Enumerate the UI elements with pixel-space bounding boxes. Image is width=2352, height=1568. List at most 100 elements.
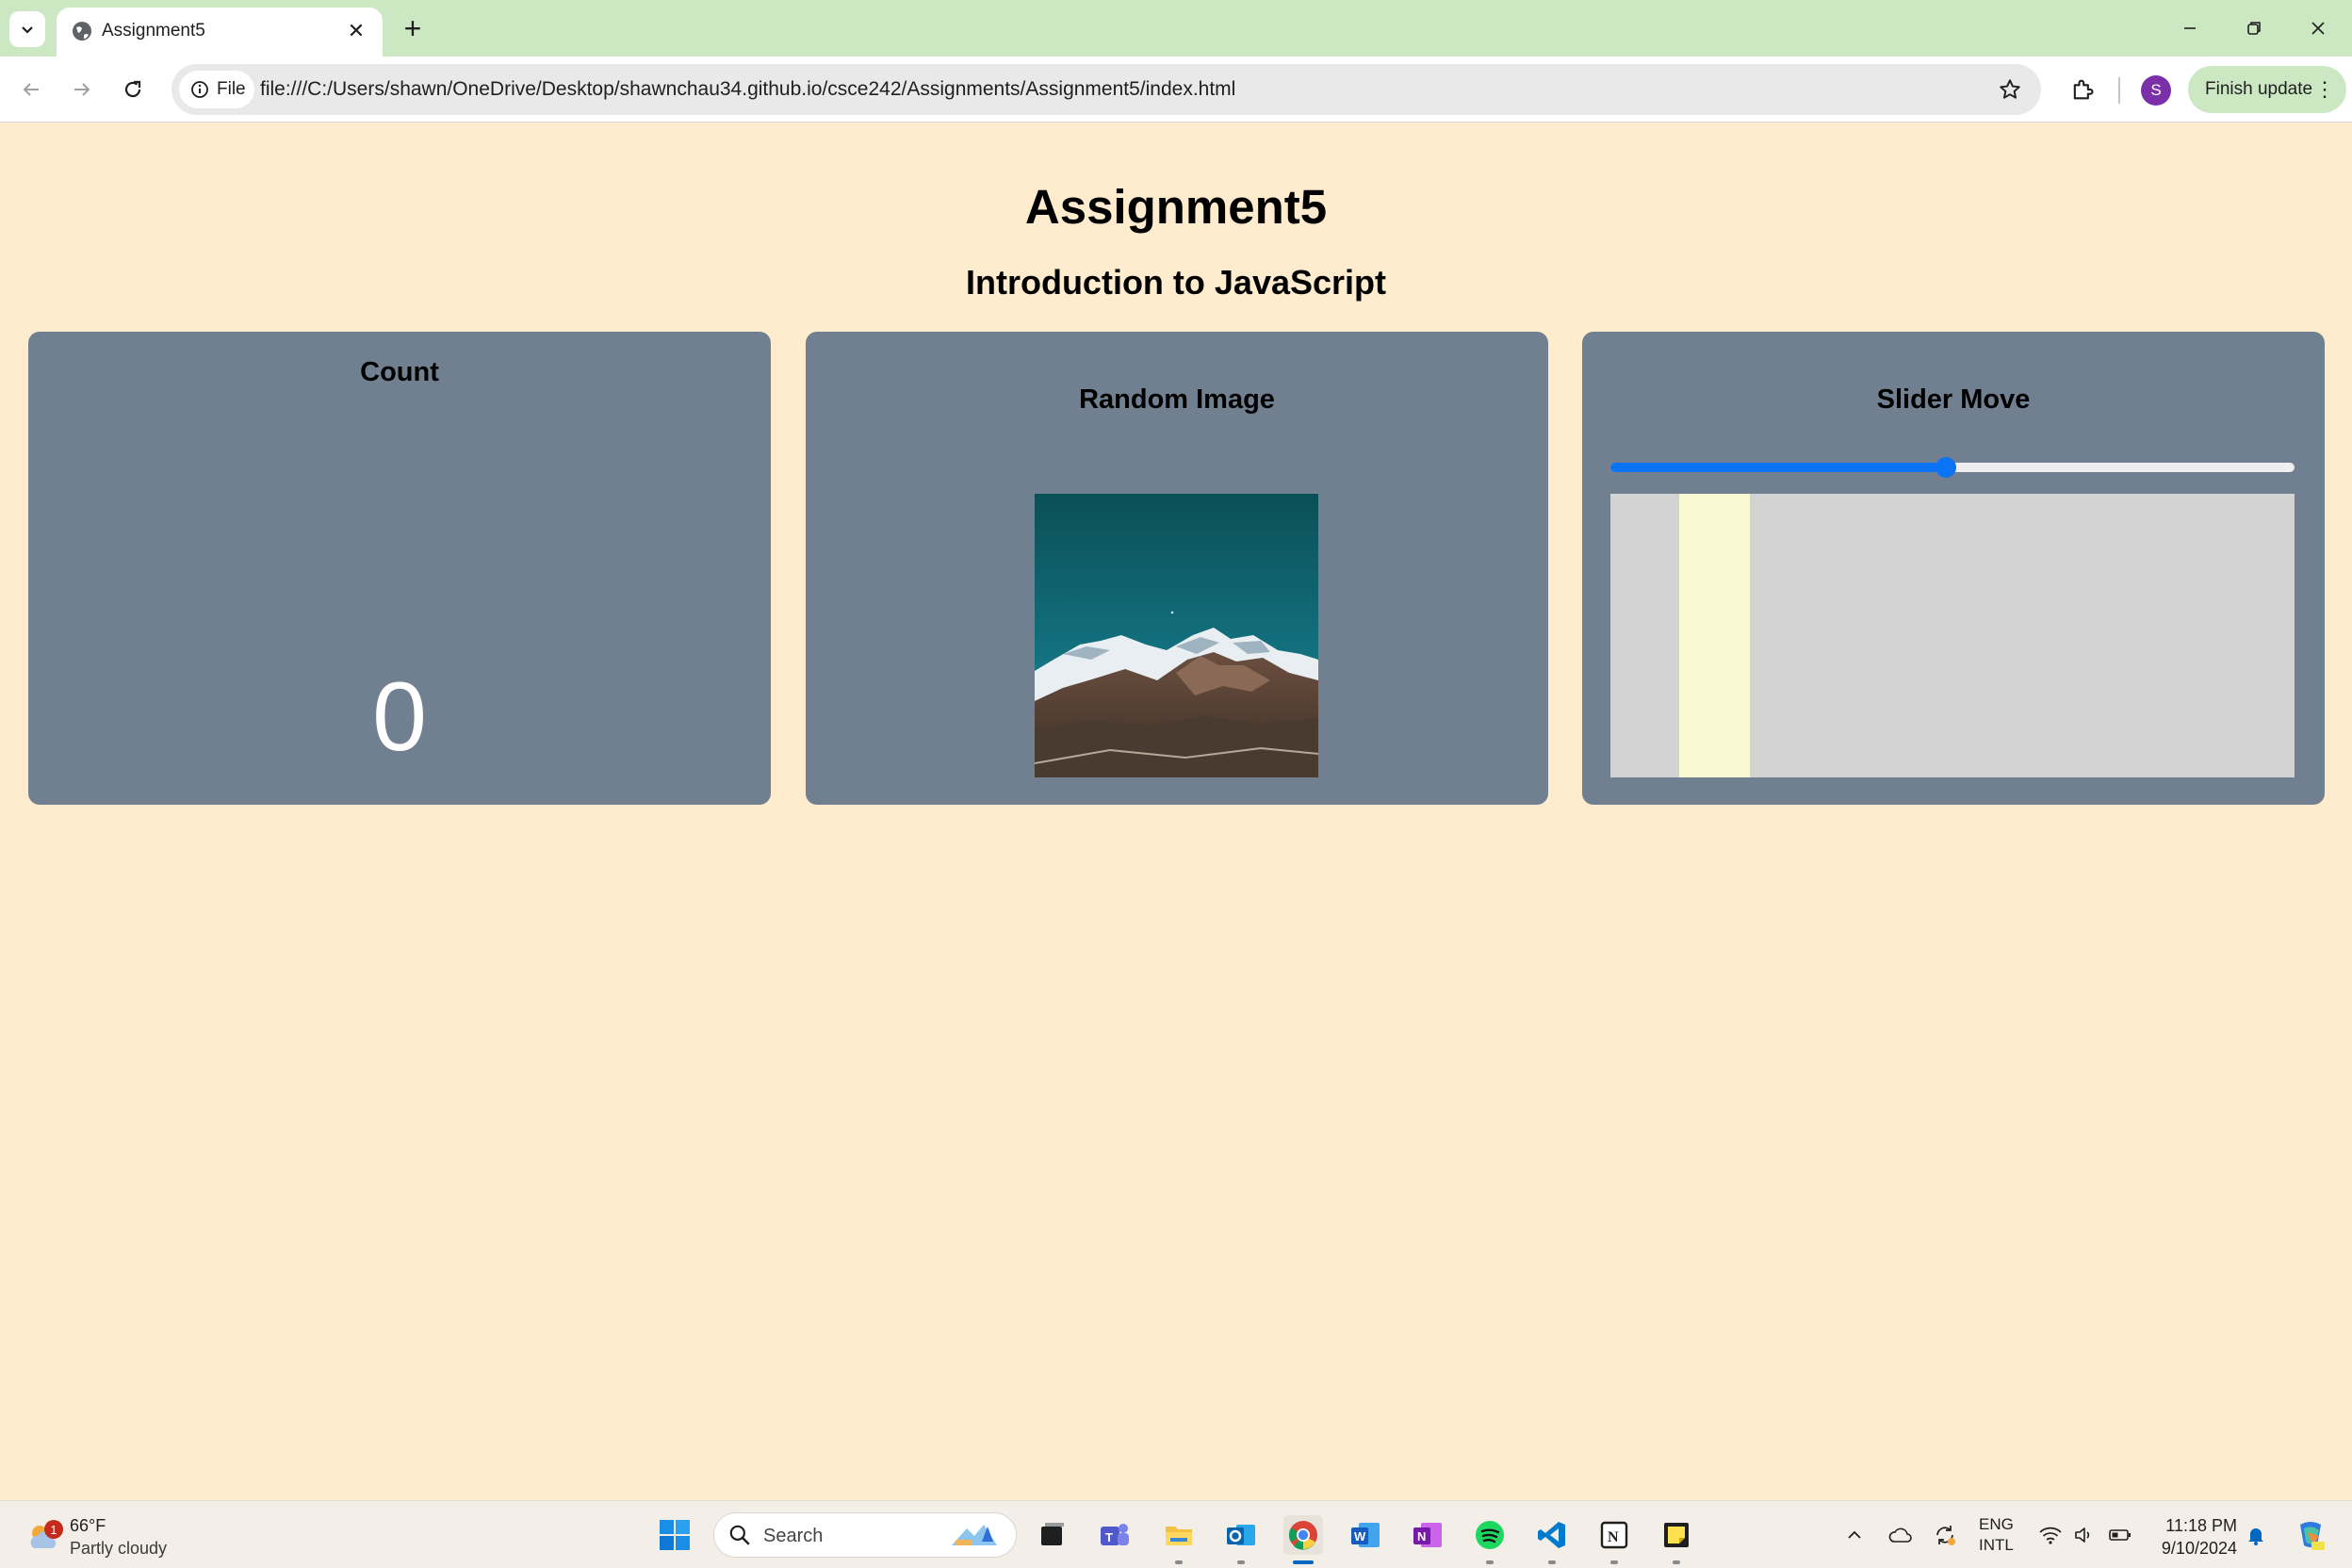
outlook-icon [1227, 1525, 1255, 1545]
battery-icon [2109, 1529, 2131, 1541]
copilot-icon [2300, 1522, 2325, 1550]
onenote-icon: N [1413, 1523, 1442, 1547]
tab-assignment5[interactable]: Assignment5 ✕ [57, 8, 383, 57]
slider-stage [1610, 494, 2295, 777]
mountain-landscape-image [1035, 494, 1318, 777]
wifi-icon [2039, 1527, 2062, 1544]
chevron-down-icon [22, 26, 33, 34]
forward-button[interactable] [62, 70, 102, 109]
battery-tray-button[interactable] [2107, 1522, 2133, 1548]
finish-update-label: Finish update [2205, 79, 2313, 99]
notifications-button[interactable] [2243, 1522, 2269, 1548]
new-tab-button[interactable]: + [396, 11, 430, 45]
running-indicator [1293, 1560, 1314, 1564]
profile-avatar[interactable]: S [2141, 75, 2171, 106]
close-tab-icon[interactable]: ✕ [343, 18, 369, 44]
back-button[interactable] [11, 70, 51, 109]
minimize-icon [2184, 27, 2196, 29]
browser-toolbar: File file:///C:/Users/shawn/OneDrive/Des… [0, 57, 2352, 122]
info-icon [191, 81, 208, 98]
count-card-title: Count [360, 357, 439, 387]
running-indicator [1673, 1560, 1680, 1564]
minimize-button[interactable] [2162, 8, 2218, 49]
chrome-icon [1289, 1521, 1317, 1550]
taskbar-app-onenote[interactable]: N [1408, 1515, 1447, 1555]
taskbar-app-teams[interactable]: T [1095, 1515, 1135, 1555]
weather-desc: Partly cloudy [70, 1539, 168, 1558]
running-indicator [1237, 1560, 1245, 1564]
start-button[interactable] [655, 1515, 694, 1555]
taskbar-app-word[interactable]: W [1346, 1515, 1385, 1555]
tab-search-button[interactable] [9, 11, 45, 47]
file-chip-label: File [217, 79, 246, 99]
taskbar-app-sticky-notes[interactable] [1657, 1515, 1696, 1564]
address-bar[interactable]: File file:///C:/Users/shawn/OneDrive/Des… [172, 64, 2041, 115]
weather-temp: 66°F [70, 1516, 106, 1535]
arrow-right-icon [74, 83, 90, 96]
weather-badge: 1 [44, 1520, 63, 1539]
copilot-art-icon [952, 1525, 997, 1545]
browser-title-bar: Assignment5 ✕ + [0, 0, 2352, 57]
taskbar-app-file-explorer[interactable] [1159, 1515, 1199, 1564]
sync-tray-button[interactable] [1932, 1522, 1958, 1548]
tab-title: Assignment5 [102, 21, 205, 41]
cloud-icon [1888, 1527, 1912, 1543]
extensions-button[interactable] [2062, 69, 2103, 110]
taskbar-app-spotify[interactable] [1470, 1515, 1510, 1564]
clock[interactable]: 11:18 PM 9/10/2024 [2152, 1514, 2237, 1560]
slider-thumb[interactable] [1935, 457, 1956, 478]
page-title: Assignment5 [1024, 180, 1328, 234]
page-subtitle: Introduction to JavaScript [965, 263, 1387, 302]
count-value: 0 [372, 662, 427, 772]
running-indicator [1175, 1560, 1183, 1564]
task-view-button[interactable] [1032, 1515, 1071, 1555]
random-mountain-image[interactable] [1035, 494, 1318, 777]
slider-fill [1610, 463, 1946, 472]
bookmark-button[interactable] [1996, 75, 2024, 104]
taskbar-app-outlook[interactable] [1221, 1515, 1261, 1564]
url-text[interactable]: file:///C:/Users/shawn/OneDrive/Desktop/… [260, 78, 1235, 101]
vscode-icon [1538, 1522, 1565, 1548]
speaker-icon [2075, 1527, 2090, 1543]
running-indicator [1548, 1560, 1556, 1564]
taskbar-app-chrome[interactable] [1283, 1515, 1323, 1564]
svg-text:N: N [1417, 1529, 1426, 1544]
restore-button[interactable] [2226, 8, 2282, 49]
weather-widget[interactable]: 1 66°F Partly cloudy [24, 1512, 213, 1560]
lang-line1: ENG [1979, 1515, 2014, 1533]
count-card[interactable]: Count 0 [28, 332, 771, 805]
network-tray-button[interactable] [2037, 1522, 2064, 1548]
puzzle-icon [2073, 79, 2094, 100]
folder-icon [1166, 1527, 1192, 1545]
taskbar-app-notion[interactable]: N [1594, 1515, 1634, 1564]
task-view-icon [1041, 1523, 1064, 1545]
site-info-chip[interactable]: File [179, 71, 254, 108]
more-menu-icon[interactable]: ⋮ [2314, 78, 2335, 101]
teams-icon: T [1101, 1524, 1129, 1545]
taskbar-app-vscode[interactable] [1532, 1515, 1572, 1564]
windows-logo-icon [660, 1520, 690, 1550]
range-slider[interactable] [1610, 457, 2295, 478]
svg-text:W: W [1354, 1529, 1366, 1544]
finish-update-button[interactable]: Finish update ⋮ [2188, 66, 2346, 113]
input-language-indicator[interactable]: ENG INTL [1979, 1514, 2014, 1556]
clock-time: 11:18 PM [2165, 1516, 2237, 1535]
sticky-notes-icon [1664, 1523, 1689, 1547]
toolbar-divider [2118, 77, 2120, 104]
notion-icon: N [1600, 1521, 1628, 1549]
star-icon [2000, 79, 2020, 99]
search-placeholder: Search [763, 1526, 824, 1546]
show-hidden-icons-button[interactable] [1841, 1522, 1868, 1548]
random-image-card-title: Random Image [1079, 384, 1275, 415]
copilot-button[interactable] [2292, 1516, 2329, 1554]
onedrive-tray-button[interactable] [1887, 1522, 1914, 1548]
reload-icon [124, 80, 141, 98]
svg-text:N: N [1608, 1529, 1619, 1545]
reload-button[interactable] [113, 70, 153, 109]
search-icon [729, 1525, 750, 1545]
taskbar-search[interactable]: Search [713, 1512, 1017, 1558]
close-icon [2311, 22, 2325, 35]
close-window-button[interactable] [2290, 8, 2346, 49]
random-image-card: Random Image [806, 332, 1548, 805]
volume-tray-button[interactable] [2071, 1522, 2098, 1548]
